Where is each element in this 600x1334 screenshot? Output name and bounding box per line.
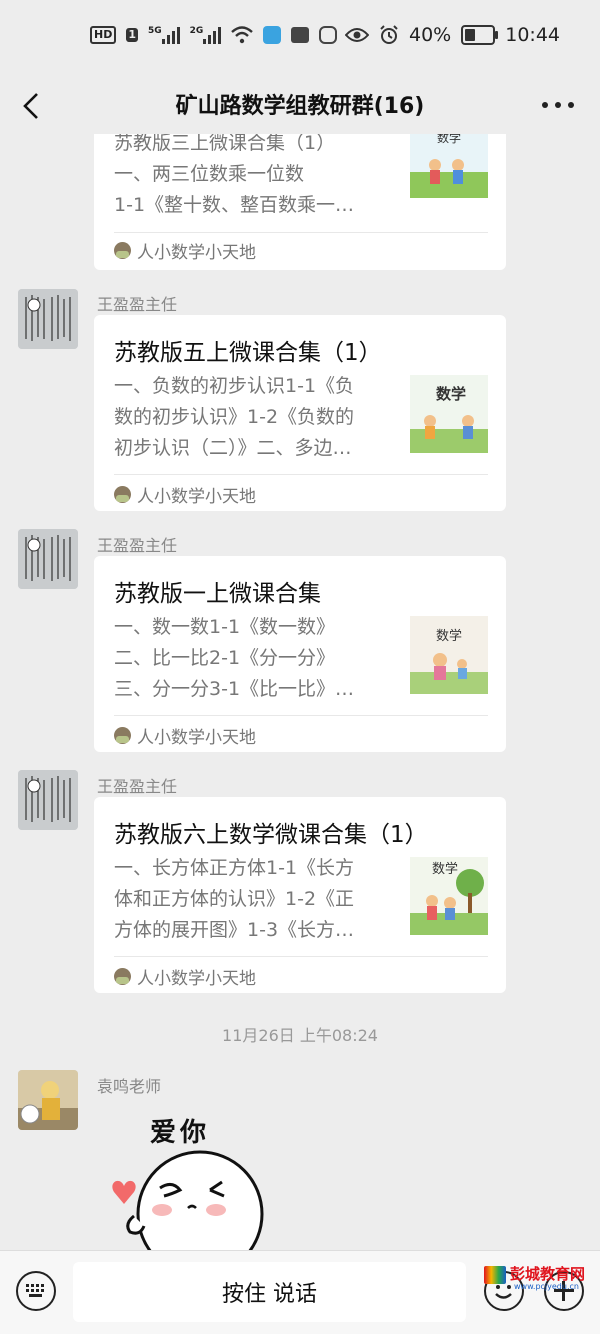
source-avatar-icon — [114, 486, 131, 503]
watermark-logo-icon — [484, 1265, 506, 1284]
watermark-name: 彭城教育网 — [510, 1265, 586, 1283]
dot-icon — [542, 102, 548, 108]
card-thumbnail: 数学 — [410, 134, 488, 198]
app-notification-icon — [263, 26, 282, 44]
dot-icon — [555, 102, 561, 108]
card-desc-line: 三、分一分3-1《比一比》… — [114, 678, 355, 700]
card-divider — [114, 715, 488, 716]
chat-header: 矿山路数学组教研群(16) — [0, 76, 600, 134]
card-desc-line: 二、比一比2-1《分一分》 — [114, 647, 336, 669]
dot-icon — [568, 102, 574, 108]
link-card[interactable]: 苏教版一上微课合集 一、数一数1-1《数一数》 二、比一比2-1《分一分》 三、… — [94, 556, 506, 752]
card-desc-line: 初步认识（二）》二、多边… — [114, 437, 352, 459]
sticker-face-icon — [112, 1150, 264, 1250]
card-desc-line: 一、数一数1-1《数一数》 — [114, 616, 336, 638]
source-avatar-icon — [114, 242, 131, 259]
card-title: 苏教版三上微课合集（1） — [114, 134, 336, 154]
cell-signal-1-icon: 5G — [148, 26, 180, 44]
sender-name: 王盈盈主任 — [97, 536, 178, 555]
hold-to-talk-button[interactable]: 按住 说话 — [73, 1262, 466, 1322]
net1-label: 5G — [148, 26, 162, 36]
card-source: 人小数学小天地 — [114, 723, 256, 748]
avatar[interactable] — [18, 1070, 78, 1130]
card-desc-line: 数的初步认识》1-2《负数的 — [114, 406, 355, 428]
mail-notification-icon — [291, 27, 310, 43]
clock: 10:44 — [505, 24, 560, 46]
source-avatar-icon — [114, 727, 131, 744]
card-source: 人小数学小天地 — [114, 482, 256, 507]
input-bar: 按住 说话 彭城教育网 www.pcjyedu.cn — [0, 1250, 600, 1334]
link-card[interactable]: 苏教版五上微课合集（1） 一、负数的初步认识1-1《负 数的初步认识》1-2《负… — [94, 315, 506, 511]
card-thumbnail: 数学 — [410, 616, 488, 694]
card-title: 苏教版一上微课合集 — [114, 581, 321, 607]
sender-name: 王盈盈主任 — [97, 295, 178, 314]
card-description: 一、数一数1-1《数一数》 二、比一比2-1《分一分》 三、分一分3-1《比一比… — [114, 612, 389, 705]
avatar[interactable] — [18, 529, 78, 589]
chat-list[interactable]: 苏教版三上微课合集（1） 一、两三位数乘一位数 1-1《整十数、整百数乘一… 数… — [0, 134, 600, 1250]
source-name: 人小数学小天地 — [137, 243, 256, 263]
keyboard-toggle-button[interactable] — [16, 1271, 56, 1311]
source-name: 人小数学小天地 — [137, 487, 256, 507]
cell-signal-2-icon: 2G — [190, 26, 222, 44]
card-description: 一、负数的初步认识1-1《负 数的初步认识》1-2《负数的 初步认识（二）》二、… — [114, 371, 389, 464]
thumb-word: 数学 — [436, 385, 466, 403]
card-thumbnail: 数学 — [410, 375, 488, 453]
thumb-word: 数学 — [437, 134, 461, 145]
watermark-url: www.pcjyedu.cn — [514, 1282, 579, 1291]
timestamp: 11月26日 上午08:24 — [222, 1026, 378, 1045]
wifi-icon — [231, 26, 254, 44]
thumb-word: 数学 — [436, 628, 462, 644]
more-options-button[interactable] — [542, 88, 574, 122]
huawei-notification-icon — [319, 26, 338, 44]
hd-badge: HD — [90, 26, 117, 44]
card-divider — [114, 474, 488, 475]
watermark: 彭城教育网 www.pcjyedu.cn — [484, 1263, 585, 1291]
avatar[interactable] — [18, 289, 78, 349]
card-desc-line: 方体的展开图》1-3《长方… — [114, 919, 355, 941]
card-desc-line: 一、两三位数乘一位数 — [114, 163, 305, 185]
keyboard-icon — [26, 1284, 44, 1297]
status-right: 40% 10:44 — [345, 24, 560, 46]
sim1-badge: 1 — [126, 28, 138, 42]
net2-label: 2G — [189, 26, 204, 36]
battery-percent: 40% — [409, 24, 452, 46]
card-title: 苏教版六上数学微课合集（1） — [114, 822, 428, 848]
sender-name: 袁鸣老师 — [97, 1077, 162, 1096]
source-avatar-icon — [114, 968, 131, 985]
link-card[interactable]: 苏教版六上数学微课合集（1） 一、长方体正方体1-1《长方 体和正方体的认识》1… — [94, 797, 506, 993]
card-source: 人小数学小天地 — [114, 238, 256, 263]
eye-comfort-icon — [345, 28, 369, 42]
status-left: HD 1 5G 2G — [90, 26, 338, 44]
card-desc-line: 体和正方体的认识》1-2《正 — [114, 888, 355, 910]
battery-level — [465, 29, 476, 41]
sticker[interactable]: 爱你 — [100, 1106, 270, 1250]
card-thumbnail: 数学 — [410, 857, 488, 935]
card-desc-line: 1-1《整十数、整百数乘一… — [114, 194, 355, 216]
source-name: 人小数学小天地 — [137, 728, 256, 748]
thumb-word: 数学 — [432, 861, 458, 877]
sender-name: 王盈盈主任 — [97, 777, 178, 796]
card-description: 一、长方体正方体1-1《长方 体和正方体的认识》1-2《正 方体的展开图》1-3… — [114, 853, 389, 946]
card-source: 人小数学小天地 — [114, 964, 256, 989]
battery-icon — [461, 25, 499, 45]
chat-title: 矿山路数学组教研群(16) — [175, 94, 425, 119]
avatar[interactable] — [18, 770, 78, 830]
link-card[interactable]: 苏教版三上微课合集（1） 一、两三位数乘一位数 1-1《整十数、整百数乘一… 数… — [94, 134, 506, 270]
card-title: 苏教版五上微课合集（1） — [114, 340, 382, 366]
card-divider — [114, 956, 488, 957]
card-desc-line: 一、长方体正方体1-1《长方 — [114, 857, 355, 879]
card-divider — [114, 232, 488, 233]
source-name: 人小数学小天地 — [137, 969, 256, 989]
card-description: 苏教版三上微课合集（1） 一、两三位数乘一位数 1-1《整十数、整百数乘一… — [114, 134, 389, 221]
card-desc-line: 一、负数的初步认识1-1《负 — [114, 375, 355, 397]
alarm-icon — [380, 25, 398, 44]
status-bar: HD 1 5G 2G 40% 10:44 — [0, 0, 600, 76]
